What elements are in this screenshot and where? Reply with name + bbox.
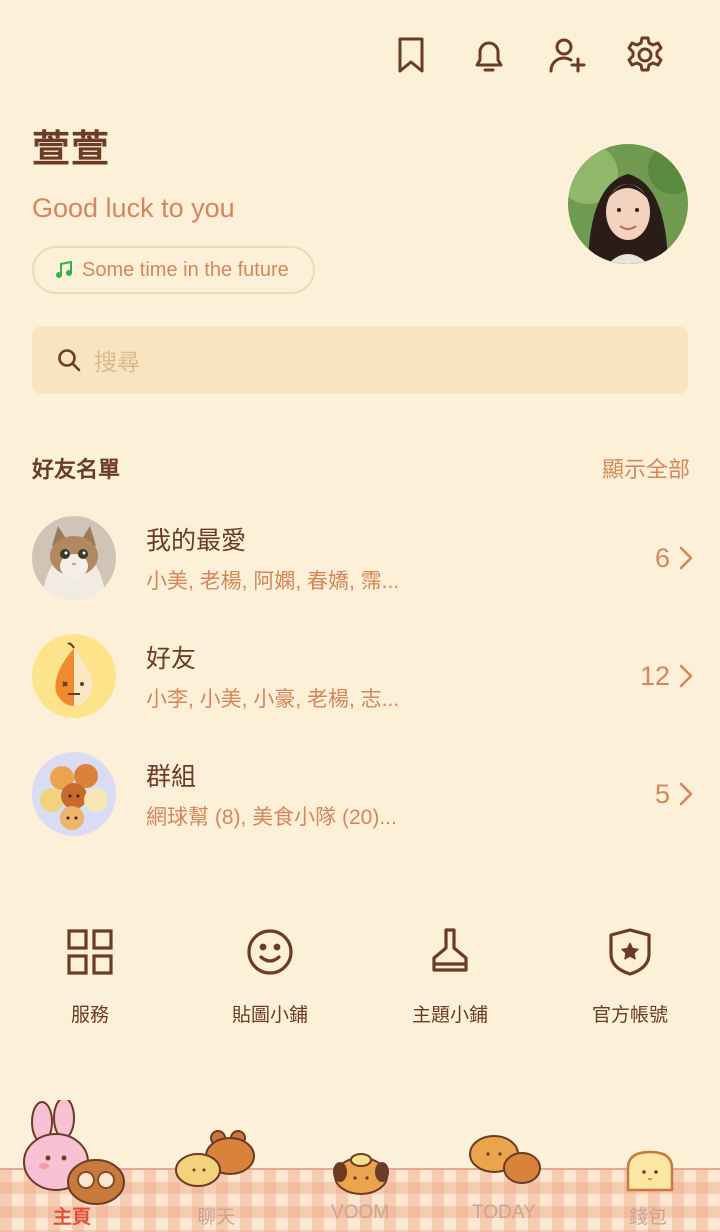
- group-count: 12: [640, 661, 694, 692]
- service-official-accounts[interactable]: 官方帳號: [540, 926, 720, 1027]
- friend-group-favorites[interactable]: 我的最愛 小美, 老楊, 阿嫻, 春嬌, 霈... 6: [32, 513, 694, 603]
- friend-group-friends[interactable]: 好友 小李, 小美, 小豪, 老楊, 志... 12: [32, 631, 694, 721]
- status-message[interactable]: Good luck to you: [32, 193, 315, 224]
- search-placeholder: 搜尋: [94, 349, 140, 375]
- search-bar[interactable]: 搜尋: [32, 326, 688, 394]
- chevron-right-icon: [679, 546, 693, 570]
- service-label: 服務: [70, 1005, 109, 1026]
- service-theme-shop[interactable]: 主題小鋪: [360, 926, 540, 1027]
- profile-section: 萱萱 Good luck to you Some time in the fut…: [32, 118, 315, 294]
- group-members: 小美, 老楊, 阿嫻, 春嬌, 霈...: [146, 570, 400, 593]
- bread-bear-sticker: [175, 1130, 255, 1187]
- add-friend-icon[interactable]: [528, 30, 606, 80]
- tab-voom[interactable]: VOOM: [288, 1202, 432, 1229]
- tab-wallet[interactable]: 錢包: [576, 1202, 720, 1229]
- dog-bread-sticker: [333, 1153, 389, 1195]
- chevron-right-icon: [679, 664, 693, 688]
- chevron-right-icon: [679, 782, 693, 806]
- services-row: 服務 貼圖小鋪 主題小鋪 官方帳號: [0, 926, 720, 1027]
- group-members: 小李, 小美, 小豪, 老楊, 志...: [146, 688, 400, 711]
- friends-section-header: 好友名單 顯示全部: [32, 452, 690, 484]
- groups-avatar: [32, 752, 116, 836]
- friends-avatar: [32, 634, 116, 718]
- group-count-value: 12: [639, 660, 670, 691]
- profile-music-pill[interactable]: Some time in the future: [32, 246, 315, 294]
- shield-star-icon: [609, 928, 651, 976]
- brush-icon: [432, 928, 468, 972]
- toast-sticker: [626, 1150, 674, 1192]
- header-actions: [372, 30, 684, 80]
- service-label: 貼圖小鋪: [231, 1005, 308, 1026]
- search-icon: [58, 349, 81, 372]
- group-count-value: 5: [654, 778, 670, 809]
- profile-name[interactable]: 萱萱: [32, 118, 315, 173]
- tab-today[interactable]: TODAY: [432, 1202, 576, 1229]
- bunny-pretzel-sticker: [23, 1100, 125, 1205]
- service-label: 官方帳號: [591, 1005, 668, 1026]
- smiley-icon: [247, 929, 293, 975]
- show-all-link[interactable]: 顯示全部: [602, 452, 690, 484]
- group-title: 群組: [146, 763, 197, 791]
- group-members: 網球幫 (8), 美食小隊 (20)...: [146, 806, 397, 829]
- tabbar-tabs: 主頁 聊天 VOOM TODAY 錢包: [0, 1202, 720, 1229]
- bookmark-icon[interactable]: [372, 30, 450, 80]
- service-sticker-shop[interactable]: 貼圖小鋪: [180, 926, 360, 1027]
- gear-icon[interactable]: [606, 30, 684, 80]
- group-title: 我的最愛: [146, 527, 247, 555]
- friends-section-title: 好友名單: [32, 457, 121, 482]
- music-note-icon: [56, 260, 72, 278]
- group-count-value: 6: [654, 542, 670, 573]
- group-title: 好友: [146, 645, 197, 673]
- bottom-tabbar: 主頁 聊天 VOOM TODAY 錢包: [0, 1090, 720, 1232]
- grid-icon: [67, 929, 113, 975]
- friend-group-groups[interactable]: 群組 網球幫 (8), 美食小隊 (20)... 5: [32, 749, 694, 839]
- tab-chats[interactable]: 聊天: [144, 1202, 288, 1229]
- service-label: 主題小鋪: [411, 1005, 488, 1026]
- music-title: Some time in the future: [82, 258, 289, 281]
- group-count: 6: [655, 543, 694, 574]
- favorites-avatar: [32, 516, 116, 600]
- bell-icon[interactable]: [450, 30, 528, 80]
- service-services[interactable]: 服務: [0, 926, 180, 1027]
- group-count: 5: [655, 779, 694, 810]
- profile-avatar[interactable]: [568, 144, 688, 264]
- bun-puppies-sticker: [469, 1135, 541, 1184]
- tab-home[interactable]: 主頁: [0, 1202, 144, 1229]
